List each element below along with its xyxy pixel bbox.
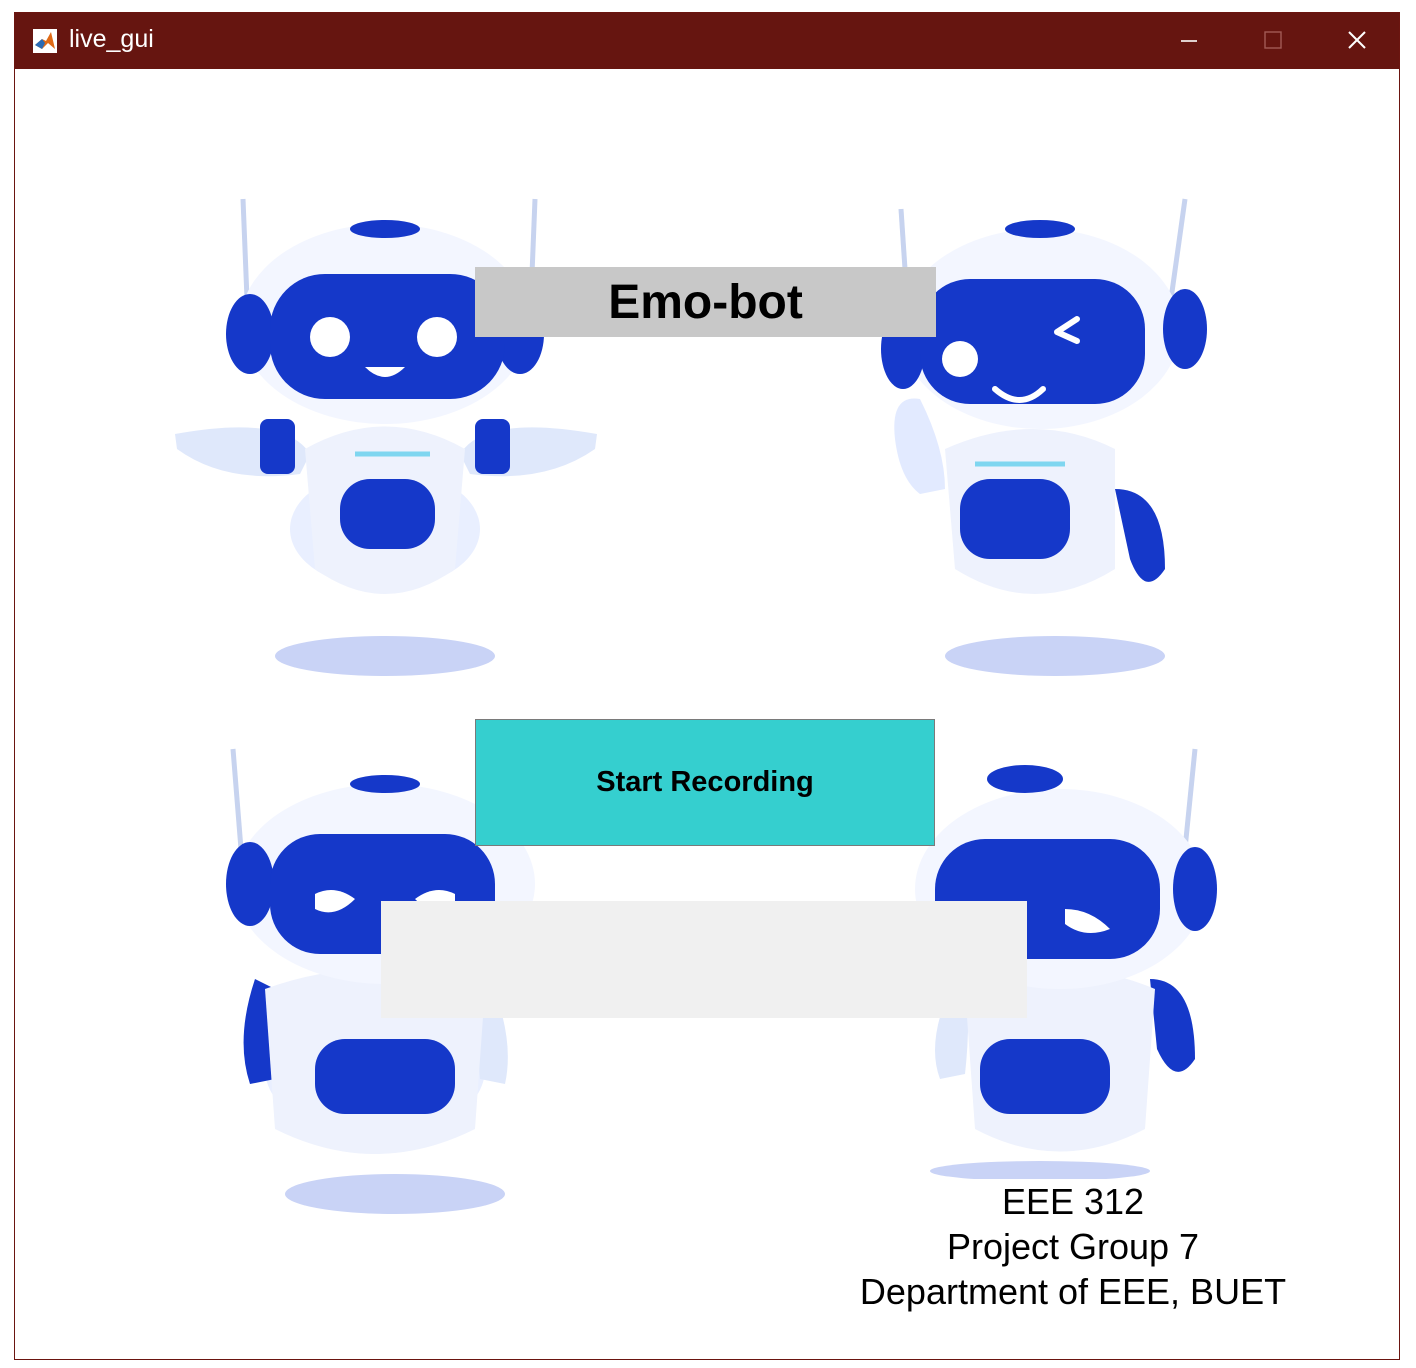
window-title: live_gui (69, 25, 154, 53)
close-icon (1348, 31, 1366, 49)
title-bar[interactable]: live_gui (15, 13, 1399, 69)
app-window: live_gui Emo-bot Start Recording EEE 312… (14, 12, 1400, 1360)
maximize-button[interactable] (1231, 13, 1315, 69)
robot-happy-image (175, 198, 597, 676)
department: Department of EEE, BUET (859, 1271, 1287, 1312)
emotion-result-box (381, 901, 1027, 1018)
close-button[interactable] (1315, 13, 1399, 69)
matlab-icon (33, 29, 57, 53)
course-code: EEE 312 (1001, 1181, 1145, 1222)
robot-wink-image (881, 198, 1207, 676)
start-recording-button[interactable]: Start Recording (475, 719, 935, 846)
figure-canvas: Emo-bot Start Recording EEE 312 Project … (15, 69, 1399, 1359)
credits: EEE 312 Project Group 7 Department of EE… (815, 1179, 1331, 1314)
minimize-icon (1181, 40, 1197, 42)
group-name: Project Group 7 (946, 1226, 1200, 1267)
minimize-button[interactable] (1147, 13, 1231, 69)
app-heading: Emo-bot (475, 267, 936, 337)
maximize-icon (1264, 31, 1282, 49)
